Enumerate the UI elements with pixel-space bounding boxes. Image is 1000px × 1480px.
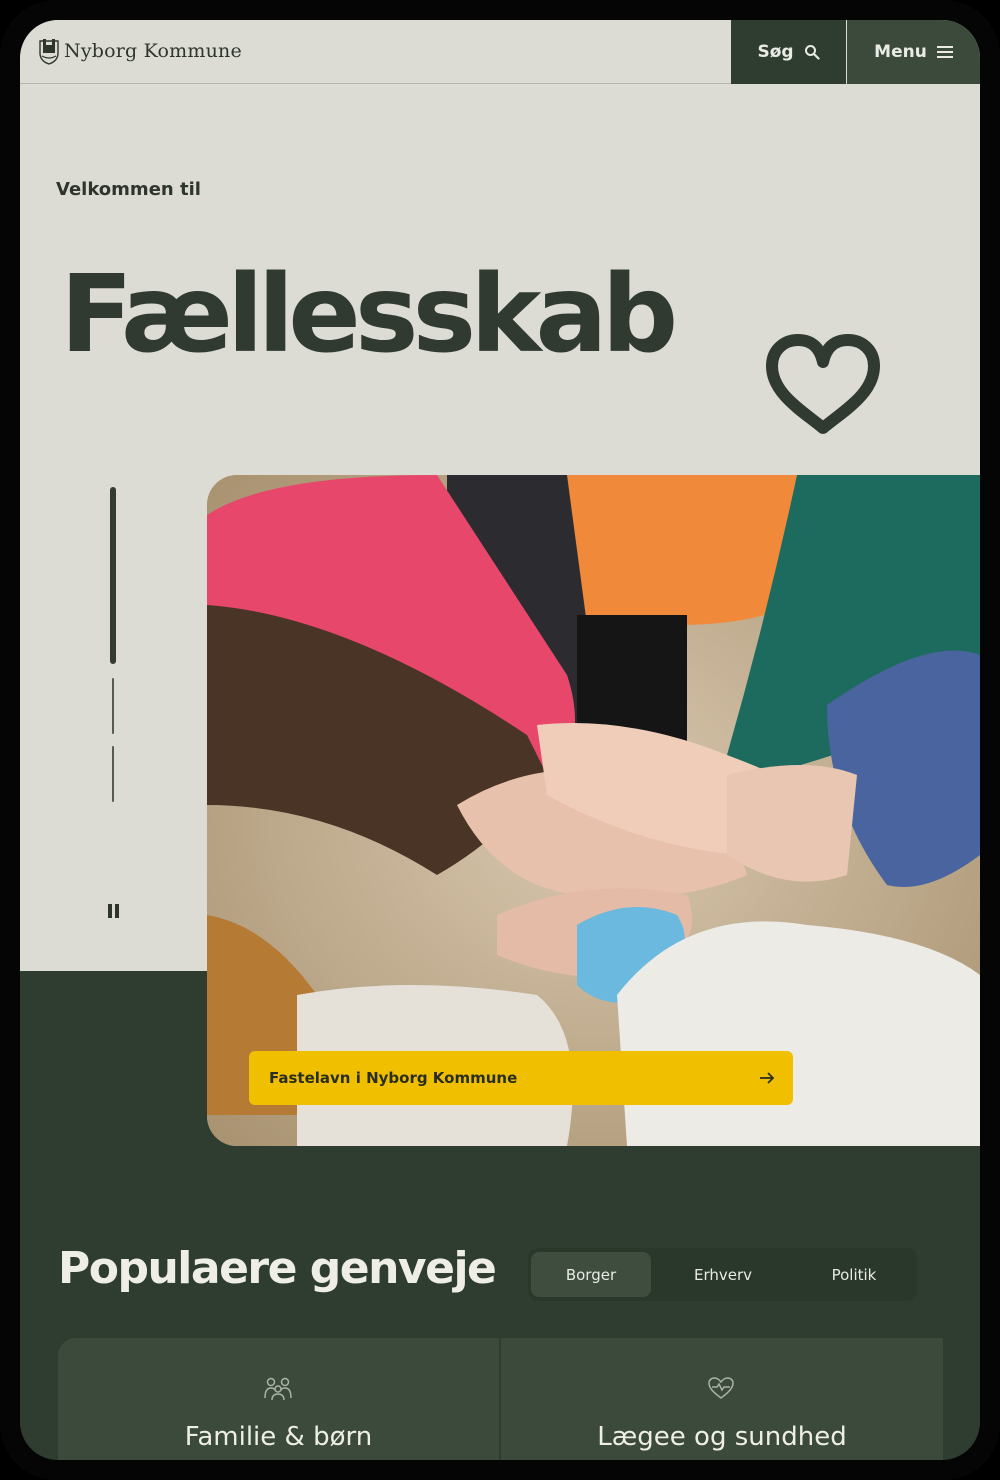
slide-indicator[interactable] <box>112 746 114 802</box>
shortcut-card-health[interactable]: Lægee og sundhed <box>501 1338 943 1460</box>
search-label: Søg <box>757 42 794 62</box>
logo[interactable]: Nyborg Kommune <box>38 37 242 65</box>
site-header: Nyborg Kommune Søg Menu <box>20 20 980 84</box>
menu-button[interactable]: Menu <box>847 20 980 84</box>
shortcuts-title: Populaere genveje <box>58 1243 497 1294</box>
slide-indicator-active[interactable] <box>110 487 116 664</box>
coat-of-arms-icon <box>39 39 59 65</box>
hamburger-icon <box>936 46 953 58</box>
hero-image <box>207 475 980 1146</box>
card-label: Lægee og sundhed <box>597 1422 847 1452</box>
heart-pulse-icon <box>708 1377 734 1399</box>
slide-indicator[interactable] <box>112 678 114 734</box>
heart-icon <box>766 334 880 434</box>
arrow-right-icon <box>760 1072 775 1084</box>
hero-cta-button[interactable]: Fastelavn i Nyborg Kommune <box>249 1051 793 1105</box>
pause-icon[interactable] <box>108 904 121 918</box>
shortcuts-tabs: Borger Erhverv Politik <box>528 1248 917 1301</box>
tab-erhverv[interactable]: Erhverv <box>663 1252 783 1297</box>
screen: Nyborg Kommune Søg Menu Velkommen til Fæ… <box>20 20 980 1460</box>
logo-text: Nyborg Kommune <box>64 40 242 62</box>
tab-politik[interactable]: Politik <box>794 1252 914 1297</box>
hero-welcome: Velkommen til <box>56 179 201 200</box>
tab-borger[interactable]: Borger <box>531 1252 651 1297</box>
hero-title: Fællesskab <box>60 253 678 377</box>
card-label: Familie & børn <box>184 1422 373 1452</box>
search-icon <box>804 45 820 60</box>
cta-label: Fastelavn i Nyborg Kommune <box>269 1069 518 1087</box>
menu-label: Menu <box>874 42 927 62</box>
shortcut-card-family[interactable]: Familie & børn <box>58 1338 499 1460</box>
family-icon <box>264 1377 292 1401</box>
tablet-frame: Nyborg Kommune Søg Menu Velkommen til Fæ… <box>0 0 1000 1480</box>
search-button[interactable]: Søg <box>731 20 846 84</box>
